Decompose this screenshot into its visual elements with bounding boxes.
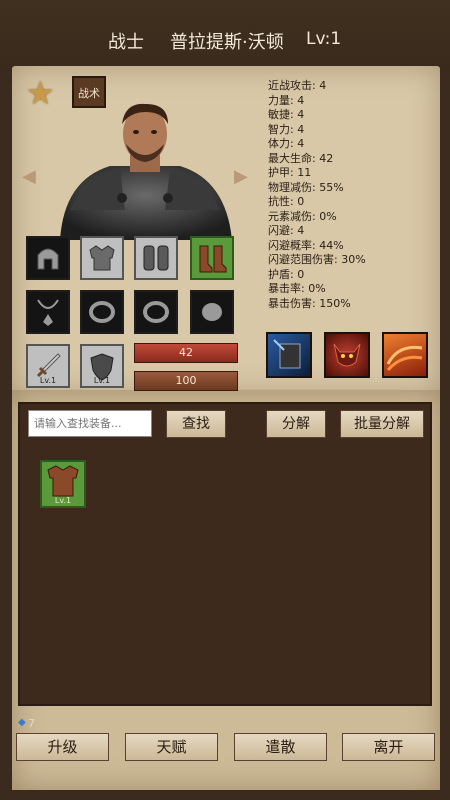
health-bar: 42 — [134, 343, 238, 363]
trinket-slot[interactable] — [190, 290, 234, 334]
ring-slot-1[interactable] — [80, 290, 124, 334]
boots-slot[interactable] — [190, 236, 234, 280]
inventory-item-leather-armor[interactable]: Lv.1 — [40, 460, 86, 508]
offhand-slot[interactable]: Lv.1 — [80, 344, 124, 388]
flame-wave-icon — [386, 345, 423, 372]
stat-crit-damage: 暴击伤害: 150% — [268, 296, 351, 310]
gem-icon: ◆ — [18, 717, 26, 728]
boots-icon — [199, 245, 227, 273]
stat-armor: 护甲: 11 — [268, 166, 312, 179]
demon-head-icon — [333, 343, 361, 367]
gauntlets-icon — [143, 245, 169, 271]
batch-decompose-button[interactable]: 批量分解 — [340, 410, 424, 438]
weapon-level: Lv.1 — [39, 376, 57, 385]
necklace-icon — [37, 299, 59, 326]
stat-physical-reduction: 物理减伤: 55% — [268, 180, 344, 194]
stat-dodge: 闪避: 4 — [268, 224, 305, 237]
stat-shield: 护盾: 0 — [268, 267, 305, 281]
skill-demon[interactable] — [324, 332, 370, 378]
gem-count: 7 — [28, 717, 35, 730]
skill-flame[interactable] — [382, 332, 428, 378]
weapon-slot[interactable]: Lv.1 — [26, 344, 70, 388]
talent-button[interactable]: 天赋 — [125, 733, 218, 761]
ring-icon — [89, 301, 115, 323]
stat-max-health: 最大生命: 42 — [268, 151, 334, 165]
skill-shield-bash[interactable] — [266, 332, 312, 378]
shield-bash-icon — [273, 339, 301, 369]
stat-agility: 敏捷: 4 — [268, 108, 305, 121]
stat-melee-attack: 近战攻击: 4 — [268, 79, 327, 92]
leave-button[interactable]: 离开 — [342, 733, 435, 761]
stat-dodge-chance: 闪避概率: 44% — [268, 238, 344, 252]
stat-resistance: 抗性: 0 — [268, 195, 305, 208]
trinket-icon — [202, 303, 222, 321]
ring-icon — [143, 301, 169, 323]
item-level: Lv.1 — [54, 496, 72, 505]
inventory-panel — [18, 402, 432, 706]
stat-intelligence: 智力: 4 — [268, 122, 305, 136]
character-class: 战士 — [108, 32, 144, 53]
dismiss-button[interactable]: 遣散 — [234, 733, 327, 761]
helmet-slot[interactable] — [26, 236, 70, 280]
leather-armor-icon — [47, 465, 79, 497]
next-character-arrow-icon[interactable]: ▶ — [234, 166, 248, 187]
previous-character-arrow-icon[interactable]: ◀ — [22, 166, 36, 187]
offhand-level: Lv.1 — [93, 376, 111, 385]
chest-armor-icon — [89, 245, 115, 271]
stat-crit-rate: 暴击率: 0% — [268, 282, 326, 295]
character-level: Lv:1 — [306, 29, 342, 49]
equipment-search-input[interactable] — [28, 410, 152, 437]
chest-armor-slot[interactable] — [80, 236, 124, 280]
necklace-slot[interactable] — [26, 290, 70, 334]
secondary-bar: 100 — [134, 371, 238, 391]
decompose-button[interactable]: 分解 — [266, 410, 326, 438]
stat-stamina: 体力: 4 — [268, 137, 305, 150]
helmet-icon — [37, 248, 59, 270]
stat-dodge-aoe-damage: 闪避范围伤害: 30% — [268, 253, 366, 266]
search-button[interactable]: 查找 — [166, 410, 226, 438]
character-portrait — [60, 103, 232, 240]
stat-strength: 力量: 4 — [268, 93, 305, 107]
upgrade-button[interactable]: 升级 — [16, 733, 109, 761]
gauntlets-slot[interactable] — [134, 236, 178, 280]
stat-elemental-reduction: 元素减伤: 0% — [268, 209, 337, 223]
stats-list: 近战攻击: 4 力量: 4 敏捷: 4 智力: 4 体力: 4 最大生命: 42… — [268, 79, 438, 311]
ring-slot-2[interactable] — [134, 290, 178, 334]
character-name: 普拉提斯·沃顿 — [170, 32, 284, 53]
